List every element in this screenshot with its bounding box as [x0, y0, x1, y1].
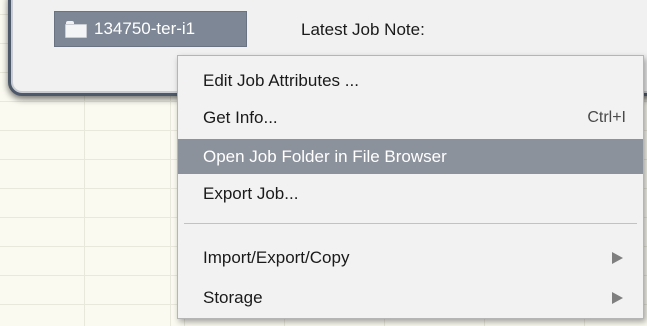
context-menu: Edit Job Attributes ... Get Info... Ctrl…	[177, 55, 644, 319]
menu-item-import-export-copy[interactable]: Import/Export/Copy	[178, 240, 643, 275]
menu-item-shortcut: Ctrl+I	[587, 108, 626, 126]
menu-item-label: Storage	[203, 287, 263, 307]
menu-separator	[184, 223, 637, 224]
menu-item-label: Edit Job Attributes ...	[203, 70, 359, 90]
menu-item-label: Get Info...	[203, 107, 278, 127]
menu-item-storage[interactable]: Storage	[178, 280, 643, 315]
menu-item-open-job-folder[interactable]: Open Job Folder in File Browser	[178, 139, 643, 174]
menu-item-label: Import/Export/Copy	[203, 247, 350, 267]
folder-icon	[65, 20, 87, 38]
submenu-arrow-icon	[612, 251, 623, 264]
menu-item-get-info[interactable]: Get Info... Ctrl+I	[178, 100, 643, 135]
menu-item-label: Open Job Folder in File Browser	[203, 146, 447, 166]
latest-job-note-label: Latest Job Note:	[301, 20, 425, 39]
menu-item-label: Export Job...	[203, 183, 299, 203]
job-chip[interactable]: 134750-ter-i1	[54, 11, 247, 47]
background-grid-divider	[170, 90, 171, 326]
job-name: 134750-ter-i1	[94, 19, 196, 38]
menu-item-export-job[interactable]: Export Job...	[178, 176, 643, 211]
menu-item-edit-job-attributes[interactable]: Edit Job Attributes ...	[178, 63, 643, 98]
submenu-arrow-icon	[612, 291, 623, 304]
